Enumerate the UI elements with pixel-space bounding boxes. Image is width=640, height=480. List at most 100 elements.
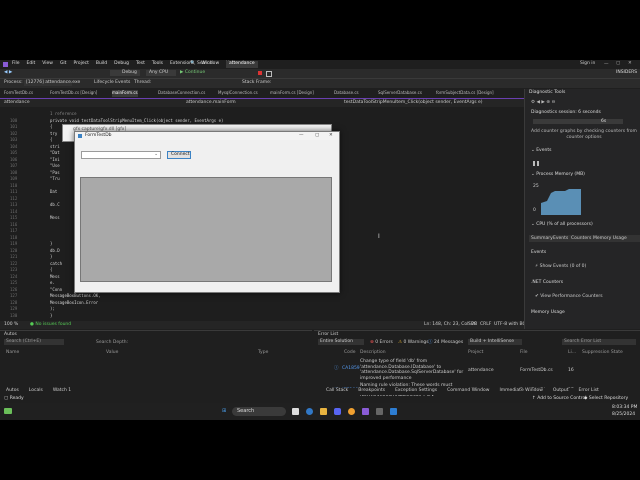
error-search-input[interactable]: Search Error List [562,339,636,345]
tab-locals[interactable]: Locals [29,388,43,394]
tab-formsubjectdata-design[interactable]: formSubjectData.cs [Design] [436,90,494,97]
warnings-filter[interactable]: ⚠ 0 Warnings [398,340,429,346]
tab-sqlserverdatabase[interactable]: SqlServerDatabase.cs [378,90,422,97]
messages-filter[interactable]: ⓘ 24 Messages [428,340,463,346]
lifecycle-events[interactable]: Lifecycle Events [94,80,130,86]
line-ending[interactable]: CRLF [480,322,491,328]
show-events-link[interactable]: ⚡ Show Events (0 of 0) [535,264,586,270]
tab-error-list[interactable]: Error List [579,388,599,394]
discord-icon[interactable] [334,408,341,415]
tab-command-window[interactable]: Command Window [447,388,489,394]
bottom-left-tabs: Autos Locals Watch 1 [6,388,71,394]
line-number: 119 [10,241,18,246]
close-button[interactable]: ✕ [628,61,632,67]
minimize-button[interactable]: — [604,62,609,68]
build-filter-dropdown[interactable]: Build + IntelliSense [468,339,522,345]
sign-in-link[interactable]: Sign in [580,61,595,67]
tab-mainform[interactable]: mainForm.cs [112,90,138,97]
process-value: [12776] attendance.exe [26,80,81,85]
tab-formtestdb[interactable]: FormTestDb.cs [4,90,33,97]
zoom-level[interactable]: 100 % [4,322,18,328]
row-code[interactable]: CA1859 [342,366,360,372]
start-icon[interactable]: ⊞ [222,409,226,414]
events-header[interactable]: ⌄ Events [531,148,551,154]
nav-class[interactable]: attendance.mainForm [186,100,236,106]
menu-item-test[interactable]: Test [136,61,145,67]
tab-summary[interactable]: Summary [531,236,553,242]
menu-item-tools[interactable]: Tools [152,61,163,67]
menu-item-build[interactable]: Build [96,61,107,67]
search-depth-label: Search Depth: [96,340,129,345]
visual-studio-taskbar-icon[interactable] [362,408,369,415]
diagnostic-session: Diagnostics session: 6 seconds [531,110,601,115]
menu-item-file[interactable]: File [12,61,20,67]
continue-button[interactable]: ▶ Continue [180,70,205,76]
line-number: 111 [10,189,18,194]
app-icon[interactable] [376,408,383,415]
scope-dropdown[interactable]: Entire Solution [318,339,364,345]
file-explorer-icon[interactable] [320,408,327,415]
data-grid[interactable] [80,177,332,282]
tab-formtestdb-design[interactable]: FormTestDb.cs [Design] [50,90,97,97]
menu-item-project[interactable]: Project [73,61,88,67]
form-close-button[interactable]: ✕ [329,133,333,139]
tab-autos[interactable]: Autos [6,388,19,394]
table-row[interactable]: ⓘ CA1859 Change type of field 'db' from … [314,359,640,381]
stop-icon[interactable] [258,71,262,75]
form-minimize-button[interactable]: — [299,133,304,139]
tab-databaseconnection[interactable]: DatabaseConnection.cs [158,90,205,97]
diagnostic-toolbar-icons[interactable]: ⚙ ◀ ▶ ⊕ ⊖ [531,100,555,106]
code-line: Dat [50,189,58,194]
select-repository-button[interactable]: ◆ Select Repository [584,396,628,402]
maximize-button[interactable]: ▢ [616,61,620,67]
tab-mainform-design[interactable]: mainForm.cs [Design] [270,90,314,97]
tab-immediate-window[interactable]: Immediate Window [499,388,542,394]
search-menu[interactable]: 🔍 Search [190,61,213,67]
tab-memory-usage[interactable]: Memory Usage [593,236,627,242]
source-control-button[interactable]: ↑ Add to Source Control [532,396,586,402]
tab-output[interactable]: Output [553,388,569,394]
clock-date[interactable]: 8/25/2024 [612,412,635,418]
autos-search-input[interactable]: Search (Ctrl+E) [4,339,64,345]
spacing-mode[interactable]: SPC [468,322,477,328]
pause-icon[interactable] [533,161,535,166]
errors-filter[interactable]: ⊗ 0 Errors [370,340,393,346]
clock-time[interactable]: 8:03:34 PM [612,405,637,411]
line-number: 116 [10,221,18,227]
process-dropdown[interactable]: [12776] attendance.exe [24,80,80,86]
back-icon[interactable]: ◀ ▶ [4,70,12,76]
menu-item-edit[interactable]: Edit [27,61,36,67]
edge-icon[interactable] [306,408,313,415]
nav-project[interactable]: attendance [4,100,30,106]
nav-member[interactable]: testDataToolStripMenuItem_Click(object s… [344,100,483,106]
tab-events[interactable]: Events [553,236,568,242]
tab-watch-1[interactable]: Watch 1 [53,388,71,394]
process-memory-header[interactable]: ⌄ Process Memory (MB) [531,172,585,178]
database-combobox[interactable]: ⌄ [81,151,161,159]
taskview-icon[interactable] [292,408,299,415]
app-icon-2[interactable] [390,408,397,415]
tab-exception-settings[interactable]: Exception Settings [395,388,437,394]
chrome-icon[interactable] [348,408,355,415]
config-dropdown[interactable]: Debug [110,70,140,76]
tab-breakpoints[interactable]: Breakpoints [358,388,385,394]
tab-call-stack[interactable]: Call Stack [326,388,348,394]
menu-item-git[interactable]: Git [60,61,67,67]
view-perf-link[interactable]: ✔ View Performance Counters [535,294,603,300]
tab-mysqlconnection[interactable]: MysqlConnection.cs [218,90,258,97]
form-titlebar[interactable]: FormTestDb — ▢ ✕ [75,132,339,140]
scope-label: Entire Solution [320,339,353,344]
tab-database[interactable]: Database.cs [334,90,359,97]
tab-counters[interactable]: Counters [571,236,591,242]
restart-icon[interactable] [266,71,272,77]
taskbar-search[interactable]: Search [232,407,286,416]
cpu-header[interactable]: ⌄ CPU (% of all processors) [531,222,593,228]
form-maximize-button[interactable]: ▢ [315,133,319,139]
code-line: { [50,267,53,272]
platform-dropdown[interactable]: Any CPU [146,70,176,76]
connect-button[interactable]: Connect [167,151,191,159]
menu-item-view[interactable]: View [42,61,53,67]
widgets-icon[interactable] [4,408,12,414]
menu-item-debug[interactable]: Debug [114,61,129,67]
timeline-ruler[interactable] [533,119,623,124]
